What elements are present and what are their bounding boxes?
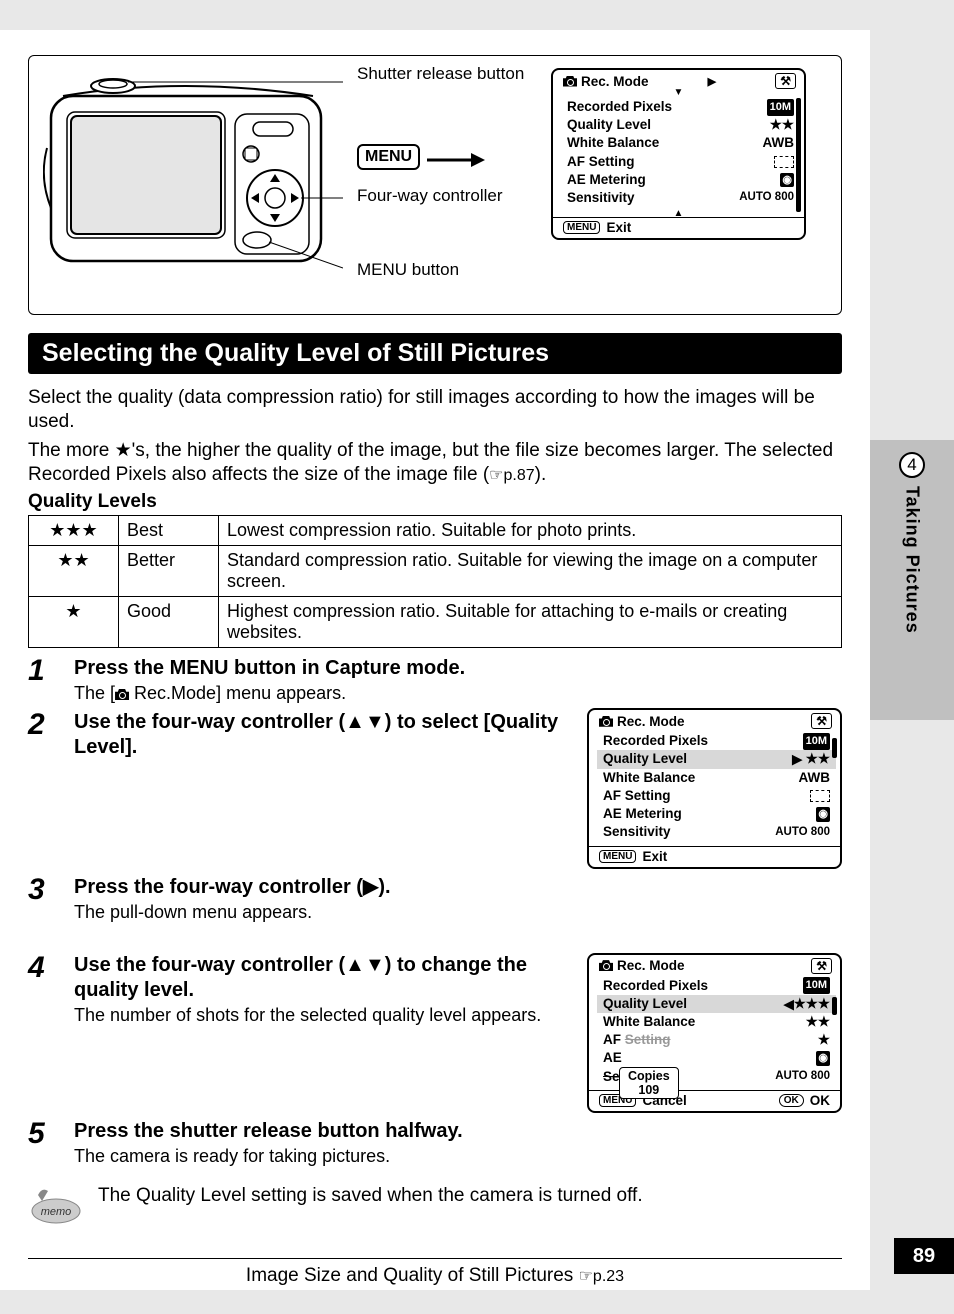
memo-note: memo The Quality Level setting is saved … <box>28 1185 842 1230</box>
figure-camera-menu: Shutter release button MENU Four-way con… <box>28 55 842 315</box>
lcd-row-quality-hl: Quality Level <box>603 995 687 1013</box>
lcd-row-sens: Sensitivity <box>567 189 635 207</box>
lcd-row-pixels: Recorded Pixels <box>567 98 672 116</box>
lcd-row-ae-short: AE <box>603 1049 622 1067</box>
chapter-number-badge: 4 <box>899 452 925 478</box>
lcd-row-sens: Sensitivity <box>603 823 671 841</box>
camera-icon <box>115 689 129 700</box>
table-row: ★ Good Highest compression ratio. Suitab… <box>29 597 842 648</box>
memo-icon: memo <box>28 1185 84 1225</box>
lcd-row-pixels: Recorded Pixels <box>603 732 708 750</box>
step-title: Use the four-way controller (▲▼) to sele… <box>74 710 569 760</box>
step-number: 5 <box>28 1119 56 1149</box>
memo-text: The Quality Level setting is saved when … <box>98 1185 643 1207</box>
lcd-title: Rec. Mode <box>617 714 685 729</box>
page-content: Shutter release button MENU Four-way con… <box>0 30 870 1290</box>
table-row: ★★ Better Standard compression ratio. Su… <box>29 546 842 597</box>
lcd-footer-exit: Exit <box>642 849 667 864</box>
chapter-side-tab: 4 Taking Pictures <box>870 440 954 720</box>
table-row: ★★★ Best Lowest compression ratio. Suita… <box>29 516 842 546</box>
lcd-footer-ok: OK <box>810 1093 830 1108</box>
callout-shutter: Shutter release button <box>357 64 524 84</box>
lcd-rec-mode-screen-step2: Rec. Mode ⚒ Recorded Pixels 10M Quality L… <box>587 708 842 868</box>
lcd-footer-exit: Exit <box>606 220 631 235</box>
pixels-badge: 10M <box>767 99 794 116</box>
lcd-val-wb: AWB <box>763 134 795 152</box>
intro-p2: The more ★'s, the higher the quality of … <box>28 439 842 488</box>
callout-menu-button: MENU button <box>357 260 459 280</box>
lcd-val-sens: AUTO 800 <box>739 190 794 206</box>
scrollbar-icon <box>832 738 837 758</box>
lcd-row-ae: AE Metering <box>603 805 682 823</box>
popup-value: 109 <box>628 1083 670 1097</box>
quality-levels-table: ★★★ Best Lowest compression ratio. Suita… <box>28 515 842 648</box>
lcd-row-af: AF Setting <box>567 153 635 171</box>
step-desc: The [ Rec.Mode] menu appears. <box>74 683 842 704</box>
lcd-row-pixels: Recorded Pixels <box>603 977 708 995</box>
step-title: Press the shutter release button halfway… <box>74 1119 544 1144</box>
step-number: 4 <box>28 953 56 983</box>
copies-popup: Copies 109 <box>619 1067 679 1100</box>
af-area-icon <box>774 156 794 168</box>
metering-icon: ◉ <box>816 807 830 822</box>
lcd-rec-mode-screen-top: Rec. Mode ▶ ⚒ ▼ Recorded Pixels10M Quali… <box>551 68 806 240</box>
tool-tab-icon: ⚒ <box>775 73 796 89</box>
ok-small-badge: OK <box>779 1094 804 1107</box>
lcd-row-quality: Quality Level <box>567 116 651 134</box>
popup-label: Copies <box>628 1069 670 1083</box>
chapter-title: Taking Pictures <box>902 486 923 634</box>
step-title: Use the four-way controller (▲▼) to chan… <box>74 953 569 1003</box>
footer-cross-ref: Image Size and Quality of Still Pictures… <box>28 1258 842 1287</box>
lcd-val-wb: ★★ <box>806 1013 830 1031</box>
svg-text:memo: memo <box>41 1206 72 1218</box>
camera-icon <box>563 76 577 87</box>
lcd-val-sens: AUTO 800 <box>775 825 830 841</box>
section-heading: Selecting the Quality Level of Still Pic… <box>28 333 842 374</box>
step-title: Press the four-way controller (▶). <box>74 875 544 900</box>
lcd-row-wb: White Balance <box>603 769 695 787</box>
step-desc: The camera is ready for taking pictures. <box>74 1146 544 1167</box>
camera-icon <box>599 716 613 727</box>
lcd-row-quality-hl: Quality Level <box>603 750 687 768</box>
af-area-icon <box>810 790 830 802</box>
step-number: 2 <box>28 710 56 740</box>
step-desc: The pull-down menu appears. <box>74 902 544 923</box>
lcd-row-wb: White Balance <box>603 1013 695 1031</box>
lcd-val-af-star: ★ <box>818 1031 830 1049</box>
menu-small-badge: MENU <box>599 850 636 863</box>
arrow-icon <box>427 150 487 170</box>
lcd-row-wb: White Balance <box>567 134 659 152</box>
camera-icon <box>599 960 613 971</box>
table-title: Quality Levels <box>28 491 842 513</box>
scrollbar-icon <box>832 997 837 1015</box>
callout-fourway: Four-way controller <box>357 186 503 206</box>
metering-icon: ◉ <box>816 1051 830 1066</box>
page-number: 89 <box>894 1238 954 1274</box>
lcd-title: Rec. Mode <box>617 958 685 973</box>
lcd-row-af: AF Setting <box>603 787 671 805</box>
step-number: 3 <box>28 875 56 905</box>
lcd-row-ae: AE Metering <box>567 171 646 189</box>
lcd-rec-mode-screen-step4: Rec. Mode ⚒ Recorded Pixels 10M Quality L… <box>587 953 842 1113</box>
intro-p1: Select the quality (data compression rat… <box>28 386 842 435</box>
lcd-val-quality: ★★★ <box>794 996 830 1011</box>
lcd-val-quality: ★★ <box>770 116 794 134</box>
tool-tab-icon: ⚒ <box>811 713 832 729</box>
step-desc: The number of shots for the selected qua… <box>74 1005 569 1026</box>
step-number: 1 <box>28 656 56 686</box>
camera-illustration <box>43 68 343 298</box>
menu-small-badge: MENU <box>563 221 600 234</box>
menu-badge-icon: MENU <box>357 144 420 170</box>
lcd-val-quality: ★★ <box>806 751 830 766</box>
step-title: Press the MENU button in Capture mode. <box>74 656 842 681</box>
tool-tab-icon: ⚒ <box>811 958 832 974</box>
steps-list: 1 Press the MENU button in Capture mode.… <box>28 656 842 1167</box>
metering-icon: ◉ <box>780 173 794 188</box>
pixels-badge: 10M <box>803 977 830 994</box>
lcd-val-wb: AWB <box>799 769 831 787</box>
lcd-val-sens: AUTO 800 <box>775 1069 830 1085</box>
lcd-title: Rec. Mode <box>581 74 649 89</box>
scrollbar-icon <box>796 98 801 212</box>
pixels-badge: 10M <box>803 733 830 750</box>
